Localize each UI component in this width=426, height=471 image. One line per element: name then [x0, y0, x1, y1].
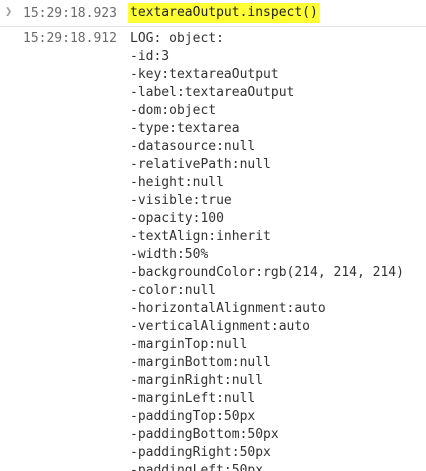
property-line: -marginLeft:null	[130, 391, 256, 406]
property-line: -verticalAlignment:auto	[130, 319, 311, 334]
console-input-row[interactable]: ❯ 15:29:18.923 textareaOutput.inspect()	[0, 0, 426, 27]
log-header: LOG: object:	[130, 31, 224, 46]
property-line: -paddingLeft:50px	[130, 463, 264, 471]
console-panel: ❯ 15:29:18.923 textareaOutput.inspect() …	[0, 0, 426, 471]
property-line: -relativePath:null	[130, 157, 271, 172]
property-line: -paddingTop:50px	[130, 409, 256, 424]
property-line: -backgroundColor:rgb(214, 214, 214)	[130, 265, 404, 280]
property-line: -visible:true	[130, 193, 232, 208]
property-line: -color:null	[130, 283, 217, 298]
property-list: -id:3 -key:textareaOutput -label:textare…	[130, 48, 404, 471]
property-line: -height:null	[130, 175, 224, 190]
property-line: -paddingRight:50px	[130, 445, 271, 460]
property-line: -horizontalAlignment:auto	[130, 301, 326, 316]
property-line: -key:textareaOutput	[130, 67, 279, 82]
property-line: -marginTop:null	[130, 337, 248, 352]
property-line: -paddingBottom:50px	[130, 427, 279, 442]
property-line: -opacity:100	[130, 211, 224, 226]
property-line: -datasource:null	[130, 139, 256, 154]
property-line: -width:50%	[130, 247, 209, 262]
property-line: -type:textarea	[130, 121, 240, 136]
property-line: -label:textareaOutput	[130, 85, 295, 100]
property-line: -dom:object	[130, 103, 217, 118]
property-line: -id:3	[130, 49, 170, 64]
input-timestamp: 15:29:18.923	[23, 6, 117, 21]
log-timestamp: 15:29:18.912	[23, 31, 117, 46]
property-line: -textAlign:inherit	[130, 229, 271, 244]
property-line: -marginRight:null	[130, 373, 264, 388]
command-text[interactable]: textareaOutput.inspect()	[128, 3, 320, 23]
chevron-right-icon: ❯	[5, 4, 13, 18]
property-line: -marginBottom:null	[130, 355, 271, 370]
